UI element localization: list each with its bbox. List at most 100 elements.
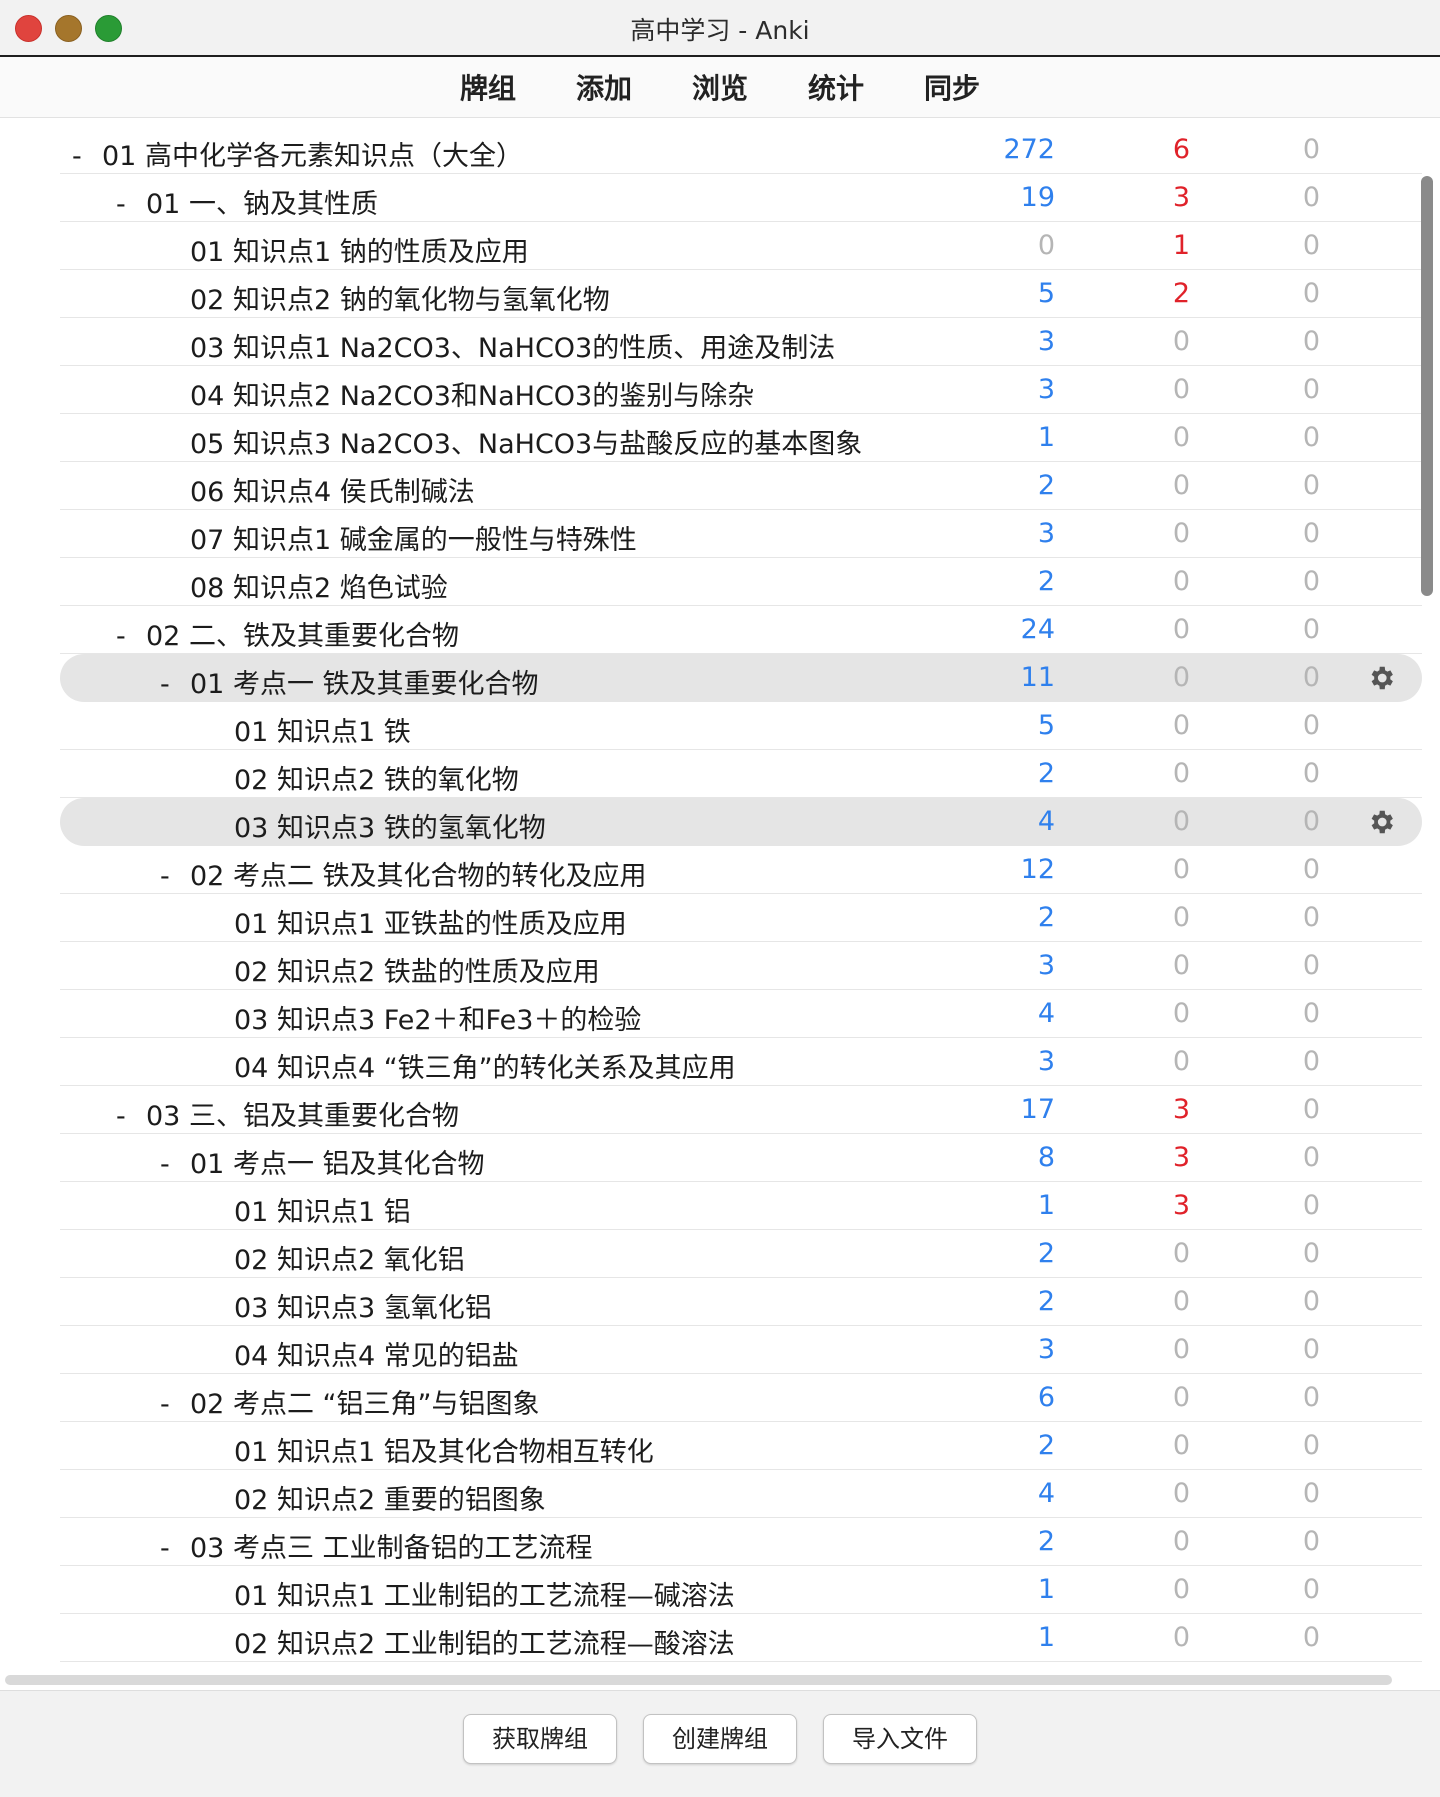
- deck-name[interactable]: 07 知识点1 碱金属的一般性与特殊性: [160, 518, 637, 557]
- deck-name[interactable]: -02 考点二 铁及其化合物的转化及应用: [160, 854, 647, 893]
- get-shared-decks-button[interactable]: 获取牌组: [463, 1714, 617, 1764]
- due-count: 0: [1302, 1526, 1320, 1557]
- learn-count: 0: [1172, 422, 1190, 453]
- deck-name[interactable]: -01 一、钠及其性质: [116, 182, 378, 221]
- deck-row[interactable]: -01 一、钠及其性质 19 3 0: [60, 174, 1422, 222]
- deck-row[interactable]: -01 高中化学各元素知识点（大全） 272 6 0: [60, 126, 1422, 174]
- deck-row[interactable]: 07 知识点1 碱金属的一般性与特殊性 3 0 0: [60, 510, 1422, 558]
- gear-icon[interactable]: [1366, 807, 1396, 837]
- collapse-toggle[interactable]: -: [116, 621, 146, 652]
- deck-name[interactable]: 04 知识点4 常见的铝盐: [204, 1334, 519, 1373]
- deck-name[interactable]: -03 三、铝及其重要化合物: [116, 1094, 459, 1133]
- deck-name[interactable]: 03 知识点3 氢氧化铝: [204, 1286, 492, 1325]
- deck-row[interactable]: 02 知识点2 钠的氧化物与氢氧化物 5 2 0: [60, 270, 1422, 318]
- deck-name[interactable]: 02 知识点2 工业制铝的工艺流程—酸溶法: [204, 1622, 735, 1661]
- deck-row[interactable]: -03 考点三 工业制备铝的工艺流程 2 0 0: [60, 1518, 1422, 1566]
- deck-name[interactable]: -02 考点二 “铝三角”与铝图象: [160, 1382, 540, 1421]
- deck-name[interactable]: -01 高中化学各元素知识点（大全）: [72, 134, 523, 173]
- deck-name[interactable]: 02 知识点2 铁盐的性质及应用: [204, 950, 600, 989]
- deck-row[interactable]: 02 知识点2 铁盐的性质及应用 3 0 0: [60, 942, 1422, 990]
- deck-name[interactable]: 01 知识点1 钠的性质及应用: [160, 230, 529, 269]
- learn-count: 0: [1172, 1046, 1190, 1077]
- collapse-toggle[interactable]: -: [160, 1533, 190, 1564]
- deck-name[interactable]: 03 知识点3 铁的氢氧化物: [204, 806, 546, 845]
- deck-name[interactable]: 02 知识点2 氧化铝: [204, 1238, 465, 1277]
- import-file-button[interactable]: 导入文件: [823, 1714, 977, 1764]
- deck-row[interactable]: -02 二、铁及其重要化合物 24 0 0: [60, 606, 1422, 654]
- due-count: 0: [1302, 374, 1320, 405]
- deck-row[interactable]: -03 三、铝及其重要化合物 17 3 0: [60, 1086, 1422, 1134]
- toolbar-browse[interactable]: 浏览: [692, 67, 748, 107]
- collapse-toggle[interactable]: -: [116, 189, 146, 220]
- vertical-scrollbar[interactable]: [1421, 176, 1433, 596]
- deck-label: 02 知识点2 铁的氧化物: [234, 765, 519, 796]
- deck-row[interactable]: 01 知识点1 铝 1 3 0: [60, 1182, 1422, 1230]
- collapse-toggle[interactable]: -: [160, 669, 190, 700]
- gear-icon[interactable]: [1366, 663, 1396, 693]
- learn-count: 0: [1172, 1526, 1190, 1557]
- deck-row[interactable]: -02 考点二 铁及其化合物的转化及应用 12 0 0: [60, 846, 1422, 894]
- deck-row[interactable]: 02 知识点2 氧化铝 2 0 0: [60, 1230, 1422, 1278]
- new-count: 17: [1020, 1094, 1055, 1125]
- deck-name[interactable]: 08 知识点2 焰色试验: [160, 566, 448, 605]
- collapse-toggle[interactable]: -: [72, 141, 102, 172]
- deck-name[interactable]: -01 考点一 铁及其重要化合物: [160, 662, 539, 701]
- collapse-toggle[interactable]: -: [160, 861, 190, 892]
- deck-row[interactable]: 02 知识点2 重要的铝图象 4 0 0: [60, 1470, 1422, 1518]
- learn-count: 6: [1172, 134, 1190, 165]
- deck-name[interactable]: 01 知识点1 铝: [204, 1190, 411, 1229]
- deck-row[interactable]: -02 考点二 “铝三角”与铝图象 6 0 0: [60, 1374, 1422, 1422]
- deck-row[interactable]: 01 知识点1 亚铁盐的性质及应用 2 0 0: [60, 894, 1422, 942]
- toolbar-add[interactable]: 添加: [576, 67, 632, 107]
- deck-row[interactable]: 04 知识点4 “铁三角”的转化关系及其应用 3 0 0: [60, 1038, 1422, 1086]
- deck-row[interactable]: 01 知识点1 工业制铝的工艺流程—碱溶法 1 0 0: [60, 1566, 1422, 1614]
- deck-name[interactable]: 01 知识点1 铝及其化合物相互转化: [204, 1430, 654, 1469]
- deck-row[interactable]: 02 知识点2 铁的氧化物 2 0 0: [60, 750, 1422, 798]
- collapse-toggle[interactable]: -: [160, 1149, 190, 1180]
- deck-name[interactable]: 02 知识点2 铁的氧化物: [204, 758, 519, 797]
- deck-row[interactable]: -01 考点一 铁及其重要化合物 11 0 0: [60, 654, 1422, 702]
- deck-row[interactable]: 04 知识点4 常见的铝盐 3 0 0: [60, 1326, 1422, 1374]
- collapse-toggle[interactable]: -: [160, 1389, 190, 1420]
- deck-label: 04 知识点4 常见的铝盐: [234, 1341, 519, 1372]
- deck-row[interactable]: 03 知识点3 铁的氢氧化物 4 0 0: [60, 798, 1422, 846]
- due-count: 0: [1302, 1430, 1320, 1461]
- deck-row[interactable]: 05 知识点3 Na2CO3、NaHCO3与盐酸反应的基本图象 1 0 0: [60, 414, 1422, 462]
- deck-row[interactable]: 01 知识点1 铁 5 0 0: [60, 702, 1422, 750]
- toolbar-sync[interactable]: 同步: [924, 67, 980, 107]
- create-deck-button[interactable]: 创建牌组: [643, 1714, 797, 1764]
- learn-count: 0: [1172, 902, 1190, 933]
- deck-name[interactable]: 05 知识点3 Na2CO3、NaHCO3与盐酸反应的基本图象: [160, 422, 862, 461]
- deck-row[interactable]: 03 知识点3 Fe2＋和Fe3＋的检验 4 0 0: [60, 990, 1422, 1038]
- new-count: 6: [1037, 1382, 1055, 1413]
- deck-name[interactable]: 01 知识点1 铁: [204, 710, 411, 749]
- deck-name[interactable]: -01 考点一 铝及其化合物: [160, 1142, 485, 1181]
- toolbar-decks[interactable]: 牌组: [460, 67, 516, 107]
- deck-name[interactable]: 03 知识点1 Na2CO3、NaHCO3的性质、用途及制法: [160, 326, 835, 365]
- deck-name[interactable]: 01 知识点1 亚铁盐的性质及应用: [204, 902, 627, 941]
- deck-row[interactable]: 01 知识点1 铝及其化合物相互转化 2 0 0: [60, 1422, 1422, 1470]
- new-count: 2: [1037, 758, 1055, 789]
- new-count: 12: [1020, 854, 1055, 885]
- deck-name[interactable]: 03 知识点3 Fe2＋和Fe3＋的检验: [204, 998, 641, 1037]
- deck-row[interactable]: 03 知识点1 Na2CO3、NaHCO3的性质、用途及制法 3 0 0: [60, 318, 1422, 366]
- deck-name[interactable]: 04 知识点4 “铁三角”的转化关系及其应用: [204, 1046, 736, 1085]
- toolbar-stats[interactable]: 统计: [808, 67, 864, 107]
- deck-row[interactable]: 08 知识点2 焰色试验 2 0 0: [60, 558, 1422, 606]
- deck-row[interactable]: -01 考点一 铝及其化合物 8 3 0: [60, 1134, 1422, 1182]
- collapse-toggle[interactable]: -: [116, 1101, 146, 1132]
- horizontal-scrollbar[interactable]: [5, 1675, 1392, 1685]
- deck-row[interactable]: 02 知识点2 工业制铝的工艺流程—酸溶法 1 0 0: [60, 1614, 1422, 1662]
- deck-row[interactable]: 06 知识点4 侯氏制碱法 2 0 0: [60, 462, 1422, 510]
- deck-name[interactable]: 04 知识点2 Na2CO3和NaHCO3的鉴别与除杂: [160, 374, 754, 413]
- deck-row[interactable]: 01 知识点1 钠的性质及应用 0 1 0: [60, 222, 1422, 270]
- deck-name[interactable]: 02 知识点2 重要的铝图象: [204, 1478, 546, 1517]
- deck-name[interactable]: -02 二、铁及其重要化合物: [116, 614, 459, 653]
- deck-name[interactable]: 01 知识点1 工业制铝的工艺流程—碱溶法: [204, 1574, 735, 1613]
- deck-name[interactable]: -03 考点三 工业制备铝的工艺流程: [160, 1526, 593, 1565]
- deck-row[interactable]: 03 知识点3 氢氧化铝 2 0 0: [60, 1278, 1422, 1326]
- due-count: 0: [1302, 1046, 1320, 1077]
- deck-name[interactable]: 02 知识点2 钠的氧化物与氢氧化物: [160, 278, 610, 317]
- deck-row[interactable]: 04 知识点2 Na2CO3和NaHCO3的鉴别与除杂 3 0 0: [60, 366, 1422, 414]
- deck-name[interactable]: 06 知识点4 侯氏制碱法: [160, 470, 475, 509]
